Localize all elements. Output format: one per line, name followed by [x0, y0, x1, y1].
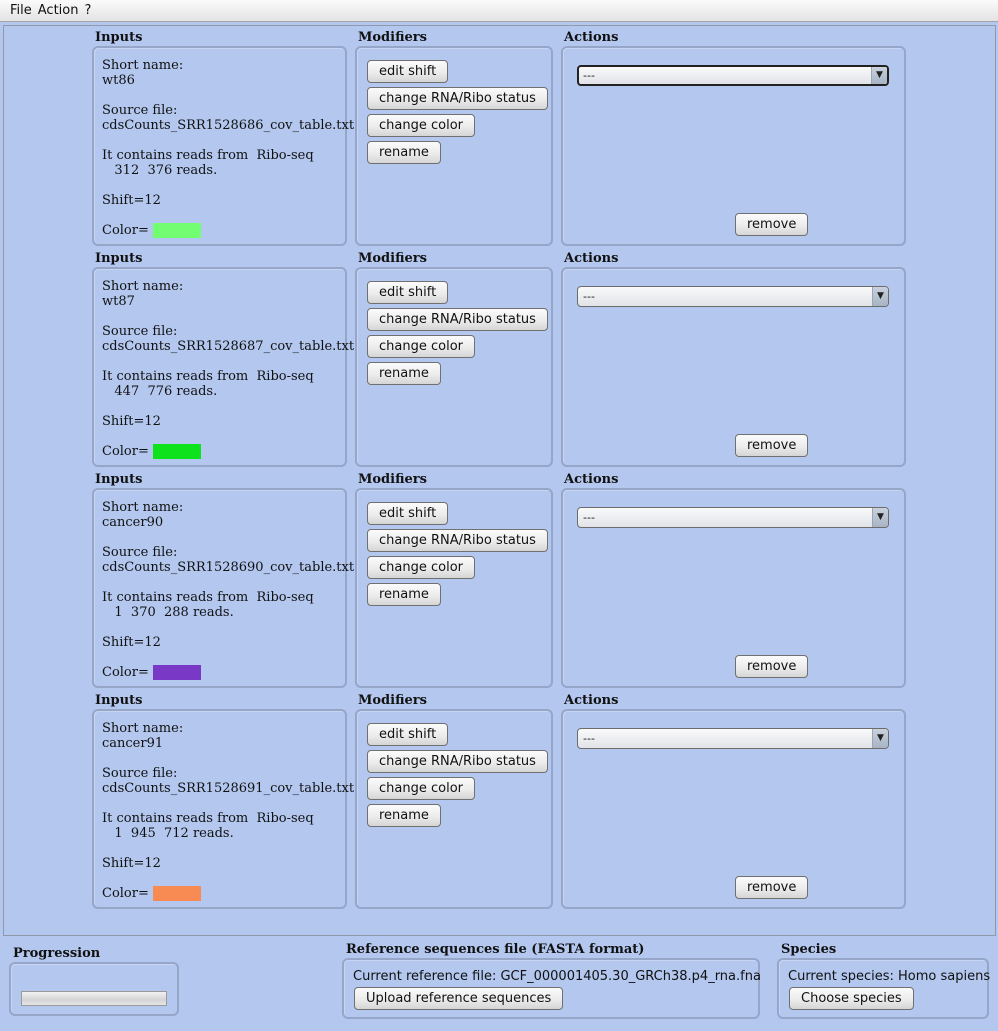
- contains-reads-label: It contains reads from Ribo-seq: [102, 811, 314, 826]
- color-swatch: [153, 886, 201, 901]
- change-color-button[interactable]: change color: [367, 114, 475, 137]
- remove-button[interactable]: remove: [735, 876, 809, 899]
- change-status-button[interactable]: change RNA/Ribo status: [367, 87, 548, 110]
- color-row: Color=: [102, 665, 201, 680]
- menu-help[interactable]: ?: [84, 3, 91, 18]
- source-file-label: Source file:: [102, 324, 178, 339]
- short-name-value: wt87: [102, 294, 135, 309]
- current-species: Current species: Homo sapiens: [788, 969, 991, 984]
- action-select-value: ---: [583, 732, 595, 745]
- color-swatch: [153, 223, 201, 238]
- short-name-value: cancer90: [102, 515, 164, 530]
- inputs-title: Inputs: [95, 30, 143, 45]
- progression-title: Progression: [13, 946, 101, 961]
- modifiers-title: Modifiers: [358, 30, 427, 45]
- source-file-value: cdsCounts_SRR1528686_cov_table.txt: [102, 118, 355, 133]
- progress-bar: [21, 991, 167, 1006]
- chevron-down-icon[interactable]: ▼: [872, 287, 888, 306]
- contains-reads-label: It contains reads from Ribo-seq: [102, 369, 314, 384]
- source-file-value: cdsCounts_SRR1528687_cov_table.txt: [102, 339, 355, 354]
- change-color-button[interactable]: change color: [367, 777, 475, 800]
- actions-title: Actions: [564, 30, 619, 45]
- reads-count: 312 376 reads.: [102, 163, 218, 178]
- rename-button[interactable]: rename: [367, 804, 441, 827]
- actions-title: Actions: [564, 251, 619, 266]
- reads-count: 1 370 288 reads.: [102, 605, 234, 620]
- rename-button[interactable]: rename: [367, 362, 441, 385]
- modifiers-title: Modifiers: [358, 472, 427, 487]
- edit-shift-button[interactable]: edit shift: [367, 60, 449, 83]
- source-file-value: cdsCounts_SRR1528690_cov_table.txt: [102, 560, 355, 575]
- menu-action[interactable]: Action: [38, 3, 79, 18]
- color-label: Color=: [102, 665, 153, 680]
- change-status-button[interactable]: change RNA/Ribo status: [367, 308, 548, 331]
- menu-file[interactable]: File: [10, 3, 32, 18]
- action-select-value: ---: [583, 511, 595, 524]
- reference-title: Reference sequences file (FASTA format): [346, 942, 645, 957]
- source-file-label: Source file:: [102, 103, 178, 118]
- chevron-down-icon[interactable]: ▼: [871, 67, 887, 84]
- current-reference-file: Current reference file: GCF_000001405.30…: [353, 969, 761, 984]
- color-label: Color=: [102, 223, 153, 238]
- inputs-title: Inputs: [95, 472, 143, 487]
- edit-shift-button[interactable]: edit shift: [367, 723, 449, 746]
- action-select-value: ---: [583, 69, 595, 82]
- remove-button[interactable]: remove: [735, 434, 809, 457]
- short-name-label: Short name:: [102, 58, 184, 73]
- shift-value: Shift=12: [102, 635, 161, 650]
- color-row: Color=: [102, 886, 201, 901]
- source-file-value: cdsCounts_SRR1528691_cov_table.txt: [102, 781, 355, 796]
- edit-shift-button[interactable]: edit shift: [367, 502, 449, 525]
- change-color-button[interactable]: change color: [367, 335, 475, 358]
- remove-button[interactable]: remove: [735, 213, 809, 236]
- change-color-button[interactable]: change color: [367, 556, 475, 579]
- reads-count: 1 945 712 reads.: [102, 826, 234, 841]
- upload-reference-button[interactable]: Upload reference sequences: [354, 987, 564, 1010]
- modifiers-title: Modifiers: [358, 693, 427, 708]
- actions-title: Actions: [564, 472, 619, 487]
- choose-species-button[interactable]: Choose species: [789, 987, 914, 1010]
- chevron-down-icon[interactable]: ▼: [872, 508, 888, 527]
- rename-button[interactable]: rename: [367, 141, 441, 164]
- short-name-value: wt86: [102, 73, 135, 88]
- modifiers-title: Modifiers: [358, 251, 427, 266]
- chevron-down-icon[interactable]: ▼: [872, 729, 888, 748]
- short-name-value: cancer91: [102, 736, 164, 751]
- shift-value: Shift=12: [102, 193, 161, 208]
- short-name-label: Short name:: [102, 500, 184, 515]
- action-select[interactable]: --- ▼: [577, 65, 889, 86]
- color-row: Color=: [102, 444, 201, 459]
- short-name-label: Short name:: [102, 721, 184, 736]
- species-title: Species: [781, 942, 837, 957]
- inputs-title: Inputs: [95, 693, 143, 708]
- rename-button[interactable]: rename: [367, 583, 441, 606]
- action-select-value: ---: [583, 290, 595, 303]
- color-row: Color=: [102, 223, 201, 238]
- short-name-label: Short name:: [102, 279, 184, 294]
- remove-button[interactable]: remove: [735, 655, 809, 678]
- inputs-title: Inputs: [95, 251, 143, 266]
- shift-value: Shift=12: [102, 414, 161, 429]
- color-label: Color=: [102, 444, 153, 459]
- change-status-button[interactable]: change RNA/Ribo status: [367, 529, 548, 552]
- color-swatch: [153, 665, 201, 680]
- edit-shift-button[interactable]: edit shift: [367, 281, 449, 304]
- action-select[interactable]: --- ▼: [577, 286, 889, 307]
- reads-count: 447 776 reads.: [102, 384, 218, 399]
- action-select[interactable]: --- ▼: [577, 507, 889, 528]
- actions-title: Actions: [564, 693, 619, 708]
- action-select[interactable]: --- ▼: [577, 728, 889, 749]
- color-swatch: [153, 444, 201, 459]
- contains-reads-label: It contains reads from Ribo-seq: [102, 148, 314, 163]
- change-status-button[interactable]: change RNA/Ribo status: [367, 750, 548, 773]
- color-label: Color=: [102, 886, 153, 901]
- contains-reads-label: It contains reads from Ribo-seq: [102, 590, 314, 605]
- source-file-label: Source file:: [102, 545, 178, 560]
- shift-value: Shift=12: [102, 856, 161, 871]
- source-file-label: Source file:: [102, 766, 178, 781]
- progression-panel: [9, 962, 179, 1016]
- menu-bar: File Action ?: [0, 0, 998, 22]
